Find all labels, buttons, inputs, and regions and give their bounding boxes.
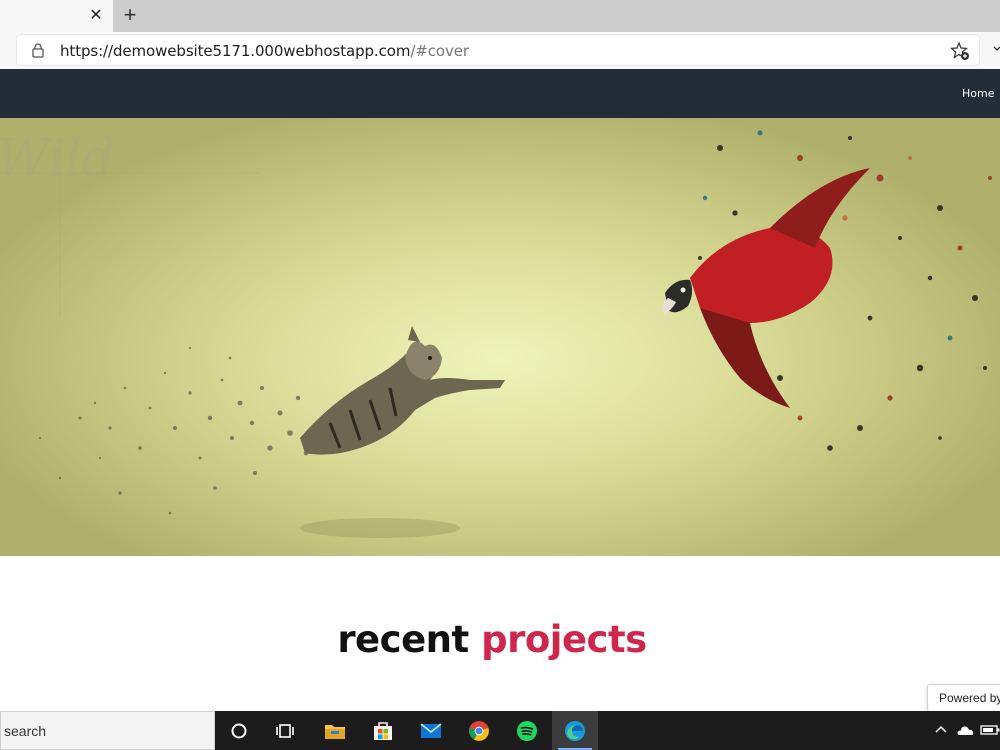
parrot-figure (662, 168, 870, 408)
address-bar[interactable]: https://demowebsite5171.000webhostapp.co… (17, 35, 979, 65)
section-title: recent projects (0, 618, 984, 661)
site-navbar: Home (0, 69, 1000, 118)
hero-cover-image: Wild (0, 118, 1000, 556)
microsoft-store-icon[interactable] (360, 711, 406, 750)
browser-tabstrip: ✕ + (0, 0, 1000, 32)
spotify-icon[interactable] (504, 711, 550, 750)
new-tab-button[interactable]: + (118, 4, 142, 28)
section-title-word2: projects (481, 618, 647, 661)
url-path: /#cover (410, 42, 469, 60)
powered-by-text: Powered by (939, 691, 1000, 705)
battery-icon[interactable] (980, 723, 1000, 737)
powered-by-badge[interactable]: Powered by (927, 684, 1000, 712)
taskbar-search-text: search (4, 723, 47, 739)
onedrive-icon[interactable] (956, 723, 974, 737)
taskbar-search-box[interactable]: search (0, 711, 215, 750)
hero-background-text: Wild (0, 129, 115, 189)
settings-more-icon[interactable] (992, 44, 1000, 54)
cat-particles (39, 346, 309, 515)
section-title-word1: recent (337, 618, 469, 661)
url-host: https://demowebsite5171.000webhostapp.co… (60, 42, 411, 60)
cortana-icon[interactable] (216, 711, 262, 750)
mail-icon[interactable] (408, 711, 454, 750)
url-text[interactable]: https://demowebsite5171.000webhostapp.co… (60, 42, 469, 60)
browser-toolbar: https://demowebsite5171.000webhostapp.co… (0, 32, 1000, 70)
task-view-icon[interactable] (262, 711, 308, 750)
nav-home-link[interactable]: Home (962, 87, 994, 100)
lock-icon[interactable] (30, 42, 46, 58)
add-favorite-icon[interactable] (950, 41, 970, 61)
edge-icon[interactable] (552, 711, 598, 750)
cat-figure (300, 326, 505, 455)
browser-tab[interactable]: ✕ (0, 0, 113, 32)
windows-taskbar: search (0, 711, 1000, 750)
close-tab-icon[interactable]: ✕ (87, 7, 105, 25)
chevron-up-icon[interactable] (934, 723, 948, 737)
file-explorer-icon[interactable] (312, 711, 358, 750)
hero-artwork: Wild (0, 129, 992, 538)
chrome-icon[interactable] (456, 711, 502, 750)
